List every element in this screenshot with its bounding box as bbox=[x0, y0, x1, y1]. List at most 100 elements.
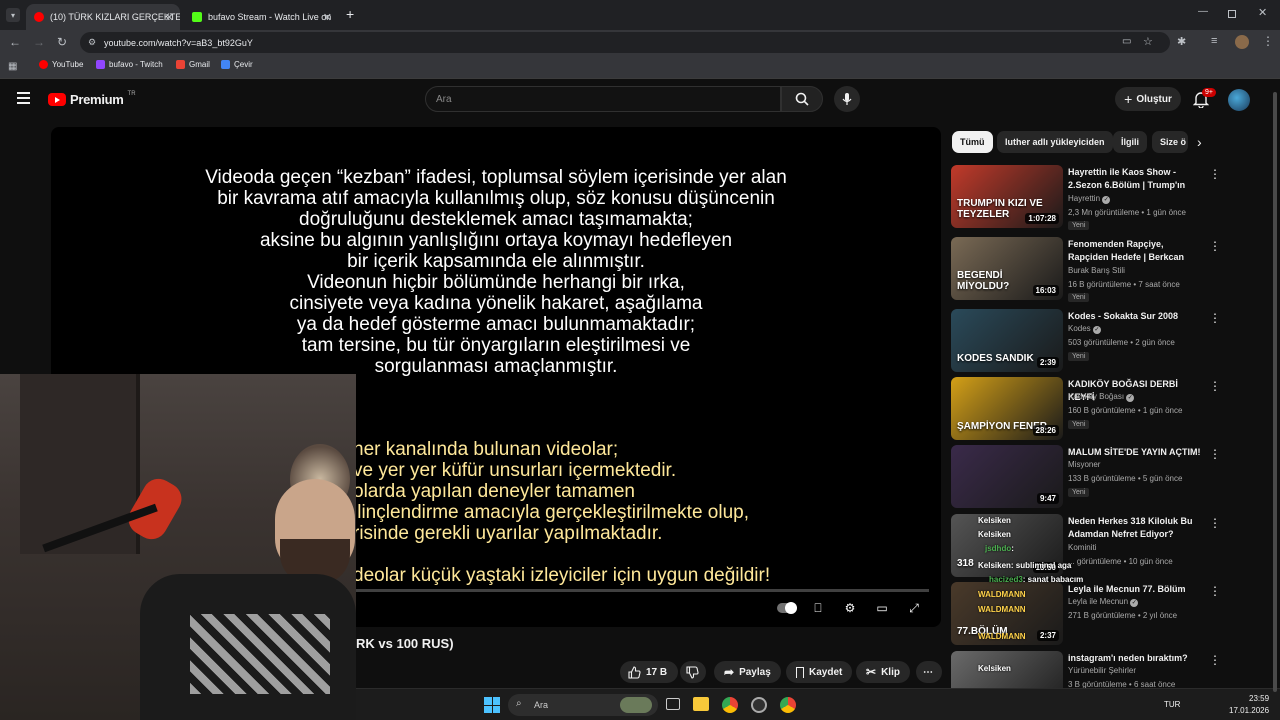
voice-search-button[interactable] bbox=[834, 86, 860, 112]
maximize-icon[interactable] bbox=[1228, 10, 1236, 18]
dislike-button[interactable] bbox=[680, 661, 706, 683]
apps-grid-icon[interactable]: ▦ bbox=[8, 61, 17, 72]
channel-name[interactable]: Kadıköy Boğası ✓ bbox=[1068, 392, 1135, 402]
theater-mode-icon[interactable]: ▭ bbox=[873, 599, 891, 617]
site-info-icon[interactable]: ⚙ bbox=[88, 37, 96, 48]
scrollbar-thumb[interactable] bbox=[1273, 92, 1277, 692]
task-view-icon[interactable] bbox=[666, 698, 680, 710]
video-thumbnail[interactable]: BEGENDİ MİYOLDU? 16:03 bbox=[951, 237, 1063, 300]
autoplay-toggle[interactable] bbox=[776, 599, 798, 617]
search-button[interactable] bbox=[781, 86, 823, 112]
chip-from-uploader[interactable]: luther adlı yükleyiciden bbox=[997, 131, 1113, 153]
recommendation-item[interactable]: TRUMP'IN KIZI VE TEYZELER 1:07:28 Hayretti… bbox=[951, 165, 1221, 230]
profile-avatar[interactable] bbox=[1235, 35, 1249, 49]
taskbar-search-input[interactable]: ⌕ Ara bbox=[508, 694, 658, 716]
yellow-line: olarda yapılan deneyler tamamen bbox=[353, 481, 636, 502]
clock-time[interactable]: 23:59 bbox=[1249, 694, 1269, 703]
channel-name[interactable]: Hayrettin ✓ bbox=[1068, 194, 1111, 204]
share-button[interactable]: ➦ Paylaş bbox=[714, 661, 781, 683]
recommendation-title[interactable]: Hayrettin ile Kaos Show - 2.Sezon 6.Bölü… bbox=[1068, 166, 1204, 192]
chrome-icon[interactable] bbox=[722, 697, 738, 713]
channel-name[interactable]: Misyoner bbox=[1068, 460, 1100, 469]
recommendation-title[interactable]: Fenomenden Rapçiye, Rapçiden Hedefe | Be… bbox=[1068, 238, 1204, 264]
channel-name[interactable]: Kominiti bbox=[1068, 543, 1096, 552]
back-icon[interactable]: ← bbox=[9, 35, 21, 49]
video-thumbnail[interactable]: 9:47 bbox=[951, 445, 1063, 508]
verified-icon: ✓ bbox=[1092, 326, 1101, 334]
channel-name[interactable]: Leyla ile Mecnun ✓ bbox=[1068, 597, 1139, 607]
channel-name[interactable]: Kodes ✓ bbox=[1068, 324, 1101, 334]
youtube-premium-logo[interactable]: Premium TR bbox=[48, 91, 136, 107]
more-options-icon[interactable]: ⋮ bbox=[1209, 239, 1221, 253]
cast-icon[interactable]: ▭ bbox=[1122, 36, 1131, 47]
bookmark-translate[interactable]: Çevir bbox=[221, 60, 253, 69]
video-thumbnail[interactable]: KODES SANDIK 2:39 bbox=[951, 309, 1063, 372]
bookmark-star-icon[interactable]: ☆ bbox=[1143, 35, 1153, 48]
obs-icon[interactable] bbox=[751, 697, 767, 713]
logo-text: Premium bbox=[70, 92, 124, 107]
windows-start-icon[interactable] bbox=[484, 697, 500, 713]
channel-name[interactable]: Burak Barış Stili bbox=[1068, 266, 1125, 275]
recommendation-title[interactable]: MALUM SİTE'DE YAYIN AÇTIM! bbox=[1068, 446, 1204, 459]
hamburger-menu-icon[interactable] bbox=[17, 92, 30, 104]
reading-list-icon[interactable]: ≡ bbox=[1211, 35, 1217, 47]
page-scrollbar[interactable] bbox=[1272, 82, 1278, 692]
white-line: Videonun hiçbir bölümünde herhangi bir ı… bbox=[307, 272, 685, 293]
more-actions-button[interactable]: ⋯ bbox=[916, 661, 942, 683]
recommendation-item[interactable]: ŞAMPİYON FENER 28:26 KADIKÖY BOĞASI DERBİ … bbox=[951, 377, 1221, 441]
search-input[interactable]: Ara bbox=[425, 86, 781, 112]
recommendation-title[interactable]: Neden Herkes 318 Kiloluk Bu Adamdan Nefr… bbox=[1068, 515, 1204, 541]
recommendation-title[interactable]: Leyla ile Mecnun 77. Bölüm bbox=[1068, 583, 1204, 596]
more-options-icon[interactable]: ⋮ bbox=[1209, 447, 1221, 461]
chip-related[interactable]: İlgili bbox=[1113, 131, 1147, 153]
clip-button[interactable]: ✂ Klip bbox=[856, 661, 910, 683]
more-options-icon[interactable]: ⋮ bbox=[1209, 311, 1221, 325]
share-icon: ➦ bbox=[724, 665, 735, 679]
tab-search-icon[interactable]: ▾ bbox=[6, 8, 20, 22]
recommendation-title[interactable]: instagram'ı neden bıraktım? bbox=[1068, 652, 1204, 665]
close-tab-icon[interactable]: ✕ bbox=[165, 11, 174, 24]
more-options-icon[interactable]: ⋮ bbox=[1209, 584, 1221, 598]
forward-icon[interactable]: → bbox=[33, 35, 45, 49]
browser-menu-icon[interactable]: ⋮ bbox=[1262, 34, 1274, 48]
save-button[interactable]: Kaydet bbox=[786, 661, 853, 683]
extensions-icon[interactable]: ✱ bbox=[1177, 35, 1186, 48]
fullscreen-icon[interactable]: ⤢ bbox=[905, 599, 923, 617]
chrome-profile-icon[interactable] bbox=[780, 697, 796, 713]
video-thumbnail[interactable]: TRUMP'IN KIZI VE TEYZELER 1:07:28 bbox=[951, 165, 1063, 228]
account-avatar[interactable] bbox=[1228, 89, 1250, 111]
recommendation-item[interactable]: 9:47 MALUM SİTE'DE YAYIN AÇTIM! Misyoner 13… bbox=[951, 445, 1221, 509]
more-options-icon[interactable]: ⋮ bbox=[1209, 379, 1221, 393]
more-options-icon[interactable]: ⋮ bbox=[1209, 167, 1221, 181]
settings-gear-icon[interactable]: ⚙ bbox=[841, 599, 859, 617]
create-button[interactable]: + Oluştur bbox=[1115, 87, 1181, 111]
close-window-icon[interactable]: ✕ bbox=[1258, 6, 1267, 19]
more-options-icon[interactable]: ⋮ bbox=[1209, 653, 1221, 667]
chip-for-you[interactable]: Size ö bbox=[1152, 131, 1188, 153]
recommendation-item[interactable]: BEGENDİ MİYOLDU? 16:03 Fenomenden Rapçiye,… bbox=[951, 237, 1221, 302]
video-thumbnail[interactable]: ŞAMPİYON FENER 28:26 bbox=[951, 377, 1063, 440]
recommendation-title[interactable]: Kodes - Sokakta Sur 2008 bbox=[1068, 310, 1204, 323]
minimize-icon[interactable]: — bbox=[1198, 6, 1208, 17]
chips-next-icon[interactable]: › bbox=[1197, 134, 1202, 150]
browser-tab-youtube[interactable]: (10) TÜRK KIZLARI GERÇEKTEN ✕ bbox=[26, 4, 180, 30]
language-indicator[interactable]: TUR bbox=[1164, 700, 1180, 709]
new-badge: Yeni bbox=[1068, 352, 1090, 361]
recommendation-item[interactable]: KODES SANDIK 2:39 Kodes - Sokakta Sur 2008… bbox=[951, 309, 1221, 373]
file-explorer-icon[interactable] bbox=[693, 697, 709, 711]
bookmark-youtube[interactable]: YouTube bbox=[39, 60, 83, 69]
like-button[interactable]: 17 B bbox=[620, 661, 678, 683]
bookmark-gmail[interactable]: Gmail bbox=[176, 60, 210, 69]
browser-tab-kick[interactable]: bufavo Stream - Watch Live on ✕ bbox=[184, 4, 338, 30]
new-tab-button[interactable]: + bbox=[346, 6, 354, 22]
channel-name[interactable]: Yürünebilir Şehirler bbox=[1068, 666, 1136, 675]
notifications-button[interactable]: 9+ bbox=[1192, 88, 1216, 113]
chip-all[interactable]: Tümü bbox=[952, 131, 993, 153]
clock-date[interactable]: 17.01.2026 bbox=[1229, 706, 1269, 715]
close-tab-icon[interactable]: ✕ bbox=[323, 11, 332, 24]
subtitles-icon[interactable]: ⎕ bbox=[809, 599, 827, 617]
more-options-icon[interactable]: ⋮ bbox=[1209, 516, 1221, 530]
url-field[interactable]: ⚙ youtube.com/watch?v=aB3_bt92GuY ▭ ☆ bbox=[80, 32, 1170, 53]
reload-icon[interactable]: ↻ bbox=[57, 35, 67, 49]
bookmark-twitch[interactable]: bufavo - Twitch bbox=[96, 60, 163, 69]
